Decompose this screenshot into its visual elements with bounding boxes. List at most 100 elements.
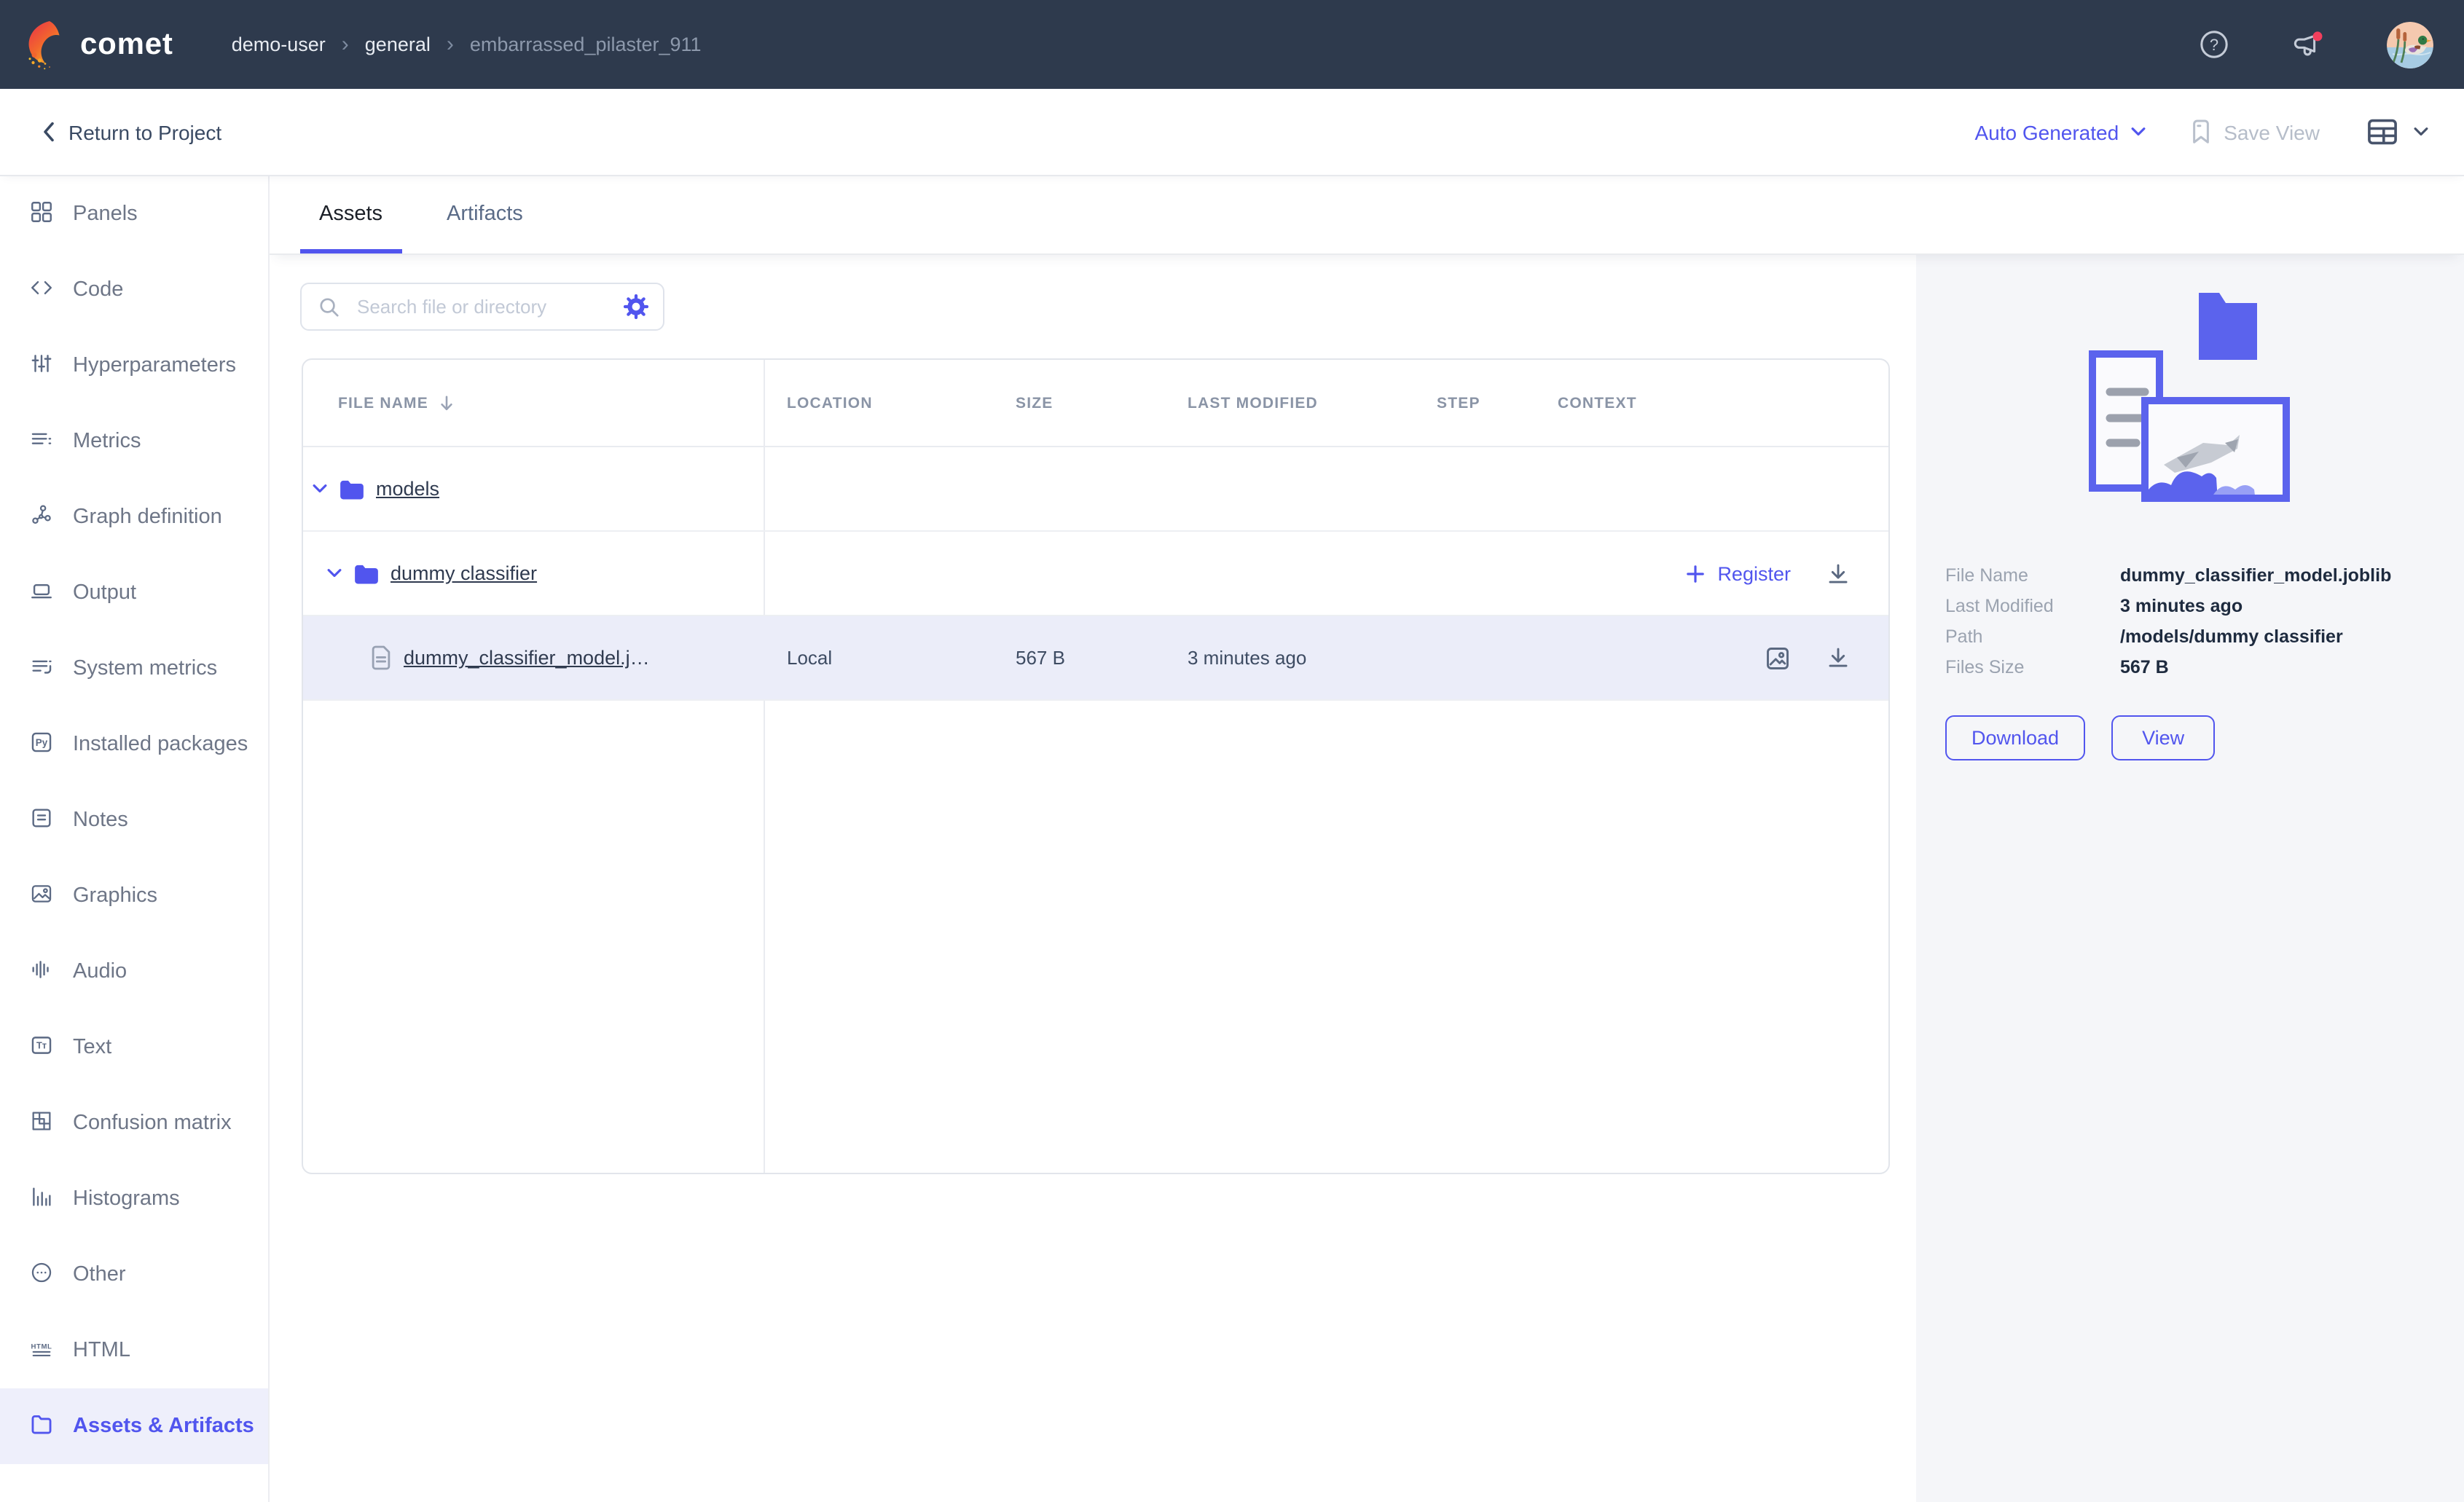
svg-text:Py: Py (36, 736, 48, 747)
save-view-button[interactable]: Save View (2190, 119, 2320, 144)
experiment-header: Return to Project Auto Generated Save Vi… (0, 89, 2464, 175)
sidebar-item-label: Graph definition (73, 506, 222, 529)
folder-link[interactable]: dummy classifier (391, 562, 537, 584)
sidebar-item-label: Hyperparameters (73, 354, 236, 377)
tab-artifacts[interactable]: Artifacts (428, 175, 542, 253)
return-to-project-label: Return to Project (68, 120, 221, 143)
detail-value: /models/dummy classifier (2120, 624, 2343, 651)
download-button[interactable]: Download (1945, 715, 2085, 760)
sidebar-item-audio[interactable]: Audio (0, 934, 268, 1010)
sidebar-item-label: Text (73, 1036, 111, 1059)
sidebar-item-label: Confusion matrix (73, 1112, 232, 1135)
sidebar-item-confusion-matrix[interactable]: Confusion matrix (0, 1085, 268, 1161)
folder-shape (2199, 293, 2257, 360)
help-icon[interactable]: ? (2199, 29, 2229, 60)
column-header-file-name[interactable]: FILE NAME (303, 394, 764, 412)
table-row-dummy-classifier-model[interactable]: dummy_classifier_model.joblib Local 567 … (303, 616, 1888, 701)
sidebar-item-histograms[interactable]: Histograms (0, 1161, 268, 1237)
row-actions: Register (1685, 561, 1851, 586)
column-header-location[interactable]: LOCATION (764, 394, 992, 412)
image-icon (1765, 645, 1791, 671)
file-preview-panel: File Name dummy_classifier_model.joblib … (1916, 253, 2464, 1502)
gear-icon[interactable] (624, 294, 648, 319)
search-input[interactable] (354, 294, 624, 319)
sidebar-item-hyperparameters[interactable]: Hyperparameters (0, 328, 268, 404)
breadcrumb: demo-user › general › embarrassed_pilast… (232, 32, 702, 57)
sort-descending-icon (439, 394, 455, 412)
column-header-step[interactable]: STEP (1413, 394, 1534, 412)
download-folder-button[interactable] (1826, 561, 1851, 586)
sidebar-item-code[interactable]: Code (0, 252, 268, 328)
sidebar-item-installed-packages[interactable]: Py Installed packages (0, 707, 268, 782)
register-model-button[interactable]: Register (1685, 562, 1791, 584)
detail-label: Files Size (1945, 654, 2120, 682)
breadcrumb-project[interactable]: general (365, 34, 431, 55)
system-metrics-icon (29, 653, 54, 684)
collapse-chevron-icon[interactable] (312, 484, 328, 494)
sidebar-item-label: Graphics (73, 884, 157, 908)
column-header-last-modified[interactable]: LAST MODIFIED (1164, 394, 1413, 412)
top-bar: comet demo-user › general › embarrassed_… (0, 0, 2464, 89)
download-icon (1826, 645, 1851, 670)
sidebar-item-html[interactable]: HTML HTML (0, 1313, 268, 1388)
sidebar-item-output[interactable]: Output (0, 555, 268, 631)
sidebar-item-notes[interactable]: Notes (0, 782, 268, 858)
back-chevron-icon (42, 121, 55, 143)
folder-icon (354, 563, 379, 583)
sidebar-item-text[interactable]: Tт Text (0, 1010, 268, 1085)
preview-image-button[interactable] (1765, 645, 1791, 671)
folder-link[interactable]: models (376, 478, 439, 500)
search-icon (318, 295, 341, 318)
hyperparameters-icon (29, 350, 54, 381)
folder-icon (29, 1411, 54, 1442)
download-icon (1826, 561, 1851, 586)
table-layout-selector[interactable] (2366, 118, 2429, 146)
sidebar-item-label: Notes (73, 809, 128, 832)
return-to-project-link[interactable]: Return to Project (42, 120, 221, 143)
file-link[interactable]: dummy_classifier_model.joblib (404, 647, 651, 669)
breadcrumb-workspace[interactable]: demo-user (232, 34, 326, 55)
table-row-dummy-classifier: dummy classifier Register (303, 532, 1888, 616)
tab-assets[interactable]: Assets (300, 175, 401, 253)
file-name-cell: dummy_classifier_model.joblib (303, 645, 764, 670)
graphics-icon (29, 881, 54, 911)
column-header-size[interactable]: SIZE (992, 394, 1164, 412)
assets-table: FILE NAME LOCATION SIZE LAST MODIFIED ST… (302, 358, 1890, 1174)
detail-value: 567 B (2120, 654, 2169, 682)
svg-text:?: ? (2210, 36, 2218, 54)
html-icon: HTML (29, 1335, 54, 1366)
sidebar-item-other[interactable]: Other (0, 1237, 268, 1313)
detail-value: 3 minutes ago (2120, 593, 2243, 621)
breadcrumb-separator: › (447, 32, 454, 57)
file-preview-illustration (1945, 284, 2435, 503)
sidebar-item-system-metrics[interactable]: System metrics (0, 631, 268, 707)
installed-packages-icon: Py (29, 729, 54, 760)
other-icon (29, 1259, 54, 1290)
tab-assets-label: Assets (319, 203, 382, 226)
size-cell: 567 B (992, 647, 1164, 669)
sidebar-item-graph-definition[interactable]: Graph definition (0, 479, 268, 555)
sidebar-item-label: Installed packages (73, 733, 248, 756)
plus-icon (1685, 564, 1704, 583)
avatar[interactable] (2387, 21, 2433, 68)
notification-dot (2312, 31, 2322, 41)
sidebar-item-assets-artifacts[interactable]: Assets & Artifacts (0, 1388, 268, 1464)
assets-tabs: Assets Artifacts (270, 175, 2464, 253)
view-selector-dropdown[interactable]: Auto Generated (1974, 120, 2146, 143)
sidebar-item-graphics[interactable]: Graphics (0, 858, 268, 934)
view-button[interactable]: View (2111, 715, 2215, 760)
view-controls: Auto Generated Save View (1974, 118, 2429, 146)
column-header-context[interactable]: CONTEXT (1534, 394, 1888, 412)
last-modified-cell: 3 minutes ago (1164, 647, 1413, 669)
announcements-icon[interactable] (2291, 29, 2326, 60)
download-file-button[interactable] (1826, 645, 1851, 670)
collapse-chevron-icon[interactable] (326, 568, 342, 578)
file-icon (370, 645, 392, 670)
comet-brand[interactable]: comet (23, 18, 173, 71)
breadcrumb-experiment[interactable]: embarrassed_pilaster_911 (470, 34, 702, 55)
sidebar-item-panels[interactable]: Panels (0, 176, 268, 252)
detail-row: File Name dummy_classifier_model.joblib (1945, 562, 2435, 591)
notes-icon (29, 805, 54, 835)
sidebar-item-metrics[interactable]: Metrics (0, 404, 268, 479)
metrics-icon (29, 426, 54, 457)
